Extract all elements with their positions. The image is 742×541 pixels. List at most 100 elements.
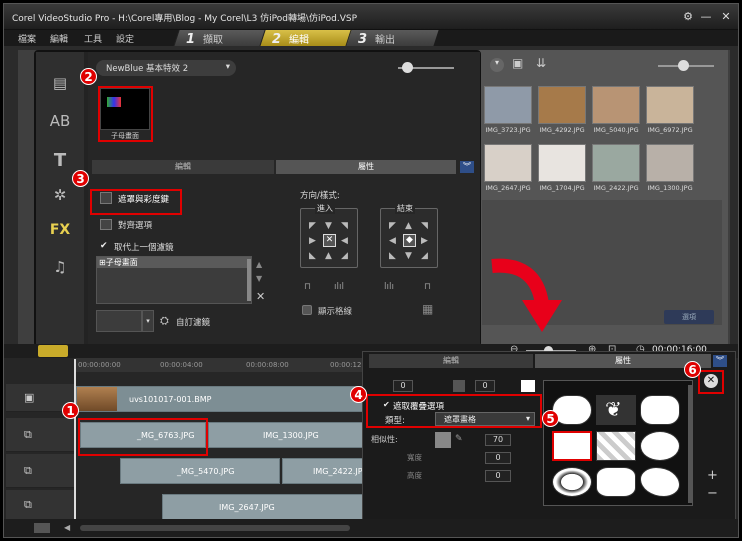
import-icon[interactable]: ⇊ [536, 56, 546, 70]
media-thumb-4[interactable] [646, 86, 694, 124]
mask-leaf[interactable]: ❦ [596, 395, 636, 425]
arrow-nw-icon[interactable]: ◤ [309, 221, 316, 231]
value-field-1[interactable]: 0 [393, 380, 413, 392]
overlay-clip-2422[interactable]: IMG_2422.JPG [282, 458, 366, 484]
tab-attributes[interactable]: 屬性 [276, 160, 456, 174]
arrow-s-icon[interactable]: ▲ [325, 251, 332, 261]
move-down-icon[interactable]: ▼ [256, 274, 262, 283]
arrow-e-icon[interactable]: ◀ [341, 236, 348, 246]
music-note-icon[interactable]: ♫ [48, 258, 72, 278]
ease-bars-icon[interactable]: ılıl [334, 282, 344, 292]
arrow-s-icon[interactable]: ▼ [405, 251, 412, 261]
effect-category-dropdown[interactable]: NewBlue 基本特效 2 ▾ [96, 60, 236, 76]
filter-list-scrollbar[interactable] [247, 259, 251, 301]
similarity-color-swatch[interactable] [435, 432, 451, 448]
show-grid-checkbox[interactable] [302, 305, 312, 315]
color-white-swatch[interactable] [521, 380, 535, 392]
horizontal-scrollbar[interactable] [80, 525, 350, 531]
menu-tools[interactable]: 工具 [84, 32, 102, 45]
playhead[interactable] [74, 359, 76, 519]
arrow-e-icon[interactable]: ▶ [421, 236, 428, 246]
width-value[interactable]: 0 [485, 452, 511, 464]
mask-checker[interactable] [596, 431, 636, 461]
overlay-clip-5470[interactable]: _MG_5470.JPG [120, 458, 280, 484]
tab-edit[interactable]: 編輯 [92, 160, 274, 174]
mask-rectangle[interactable] [552, 431, 592, 461]
zoom-slider-handle[interactable] [678, 60, 689, 71]
media-library-icon[interactable]: ▤ [48, 74, 72, 94]
video-clip[interactable]: uvs101017-001.BMP [76, 386, 366, 412]
grid-settings-icon[interactable]: ▦ [422, 302, 433, 316]
arrow-sw-icon[interactable]: ◣ [309, 251, 316, 261]
step-edit[interactable]: 2 編輯 [272, 31, 309, 47]
tab-edit[interactable]: 編輯 [369, 354, 533, 368]
graphic-icon[interactable]: ✲ [48, 186, 72, 206]
close-icon[interactable]: ✕ [704, 374, 718, 388]
remove-mask-icon[interactable]: − [707, 486, 718, 501]
media-thumb-1[interactable] [484, 86, 532, 124]
arrow-center-icon[interactable]: ◆ [403, 234, 416, 247]
options-button[interactable]: 選項 [664, 310, 714, 324]
similarity-value[interactable]: 70 [485, 434, 511, 446]
close-button[interactable]: ✕ [718, 9, 734, 24]
media-thumb-3[interactable] [592, 86, 640, 124]
settings-icon[interactable]: ⚙ [680, 9, 696, 24]
media-thumb-7[interactable] [592, 144, 640, 182]
arrow-n-icon[interactable]: ▼ [325, 221, 332, 231]
effect-zoom-handle[interactable] [402, 62, 413, 73]
fx-filter-icon[interactable]: FX [48, 222, 72, 242]
overlay-clip-1300[interactable]: IMG_1300.JPG [208, 422, 368, 448]
scroll-button[interactable] [34, 523, 50, 533]
arrow-ne-icon[interactable]: ◥ [421, 221, 428, 231]
overlay-options-checkbox[interactable]: ✔ [383, 400, 390, 409]
menu-file[interactable]: 檔案 [18, 32, 36, 45]
menu-edit[interactable]: 編輯 [50, 32, 68, 45]
mask-gallery-scrollbar[interactable] [688, 385, 692, 503]
arrow-se-icon[interactable]: ◢ [341, 251, 348, 261]
collapse-chevron-icon[interactable]: ︾ [460, 161, 474, 173]
ease-in-icon[interactable]: ⊓ [304, 282, 311, 292]
mask-chroma-button[interactable]: 遮罩與彩度鍵 [118, 193, 169, 205]
mask-cloud[interactable] [640, 395, 680, 425]
effect-thumb-pip[interactable] [100, 88, 150, 130]
filter-list-item[interactable]: ⊞子母畫面 [97, 257, 251, 268]
ease-bars-out-icon[interactable]: lılı [384, 282, 394, 292]
menu-settings[interactable]: 設定 [116, 32, 134, 45]
text-t-icon[interactable]: T [48, 150, 72, 171]
align-options-button[interactable]: 對齊選項 [118, 219, 152, 231]
delete-icon[interactable]: ✕ [256, 290, 265, 303]
minimize-button[interactable]: — [698, 9, 714, 24]
mask-splash[interactable] [596, 467, 636, 497]
collapse-chevron-icon[interactable]: ︾ [713, 355, 727, 367]
arrow-ne-icon[interactable]: ◥ [341, 221, 348, 231]
chevron-down-icon[interactable]: ▾ [490, 58, 504, 72]
color-swatch-icon[interactable] [453, 380, 465, 392]
arrow-nw-icon[interactable]: ◤ [389, 221, 396, 231]
step-capture[interactable]: 1 擷取 [186, 31, 223, 47]
eyedropper-icon[interactable]: ✎ [455, 434, 463, 444]
replace-filter-checkbox[interactable]: ✔ [100, 241, 108, 251]
mask-blob[interactable] [640, 467, 680, 497]
type-dropdown[interactable]: 遮罩畫格 ▾ [435, 412, 535, 426]
arrow-n-icon[interactable]: ▲ [405, 221, 412, 231]
title-ab-icon[interactable]: AB [48, 112, 72, 132]
arrow-center-icon[interactable]: ✕ [323, 234, 336, 247]
arrow-sw-icon[interactable]: ◣ [389, 251, 396, 261]
arrow-w-icon[interactable]: ▶ [309, 236, 316, 246]
height-value[interactable]: 0 [485, 470, 511, 482]
custom-filter-button[interactable]: 自訂濾鏡 [176, 316, 210, 328]
media-thumb-6[interactable] [538, 144, 586, 182]
ease-out-icon[interactable]: ⊓ [424, 282, 431, 292]
filter-preset-box[interactable] [96, 310, 142, 332]
media-thumb-5[interactable] [484, 144, 532, 182]
media-thumb-8[interactable] [646, 144, 694, 182]
mask-rings[interactable] [552, 467, 592, 497]
overlay-clip-2647[interactable]: IMG_2647.JPG [162, 494, 366, 520]
arrow-se-icon[interactable]: ◢ [421, 251, 428, 261]
media-thumb-2[interactable] [538, 86, 586, 124]
overlay-clip-6763[interactable]: _MG_6763.JPG [80, 422, 206, 448]
filter-list[interactable]: ⊞子母畫面 [96, 256, 252, 304]
add-mask-icon[interactable]: + [707, 468, 718, 483]
chevron-down-icon[interactable]: ▾ [142, 310, 154, 332]
move-up-icon[interactable]: ▲ [256, 260, 262, 269]
